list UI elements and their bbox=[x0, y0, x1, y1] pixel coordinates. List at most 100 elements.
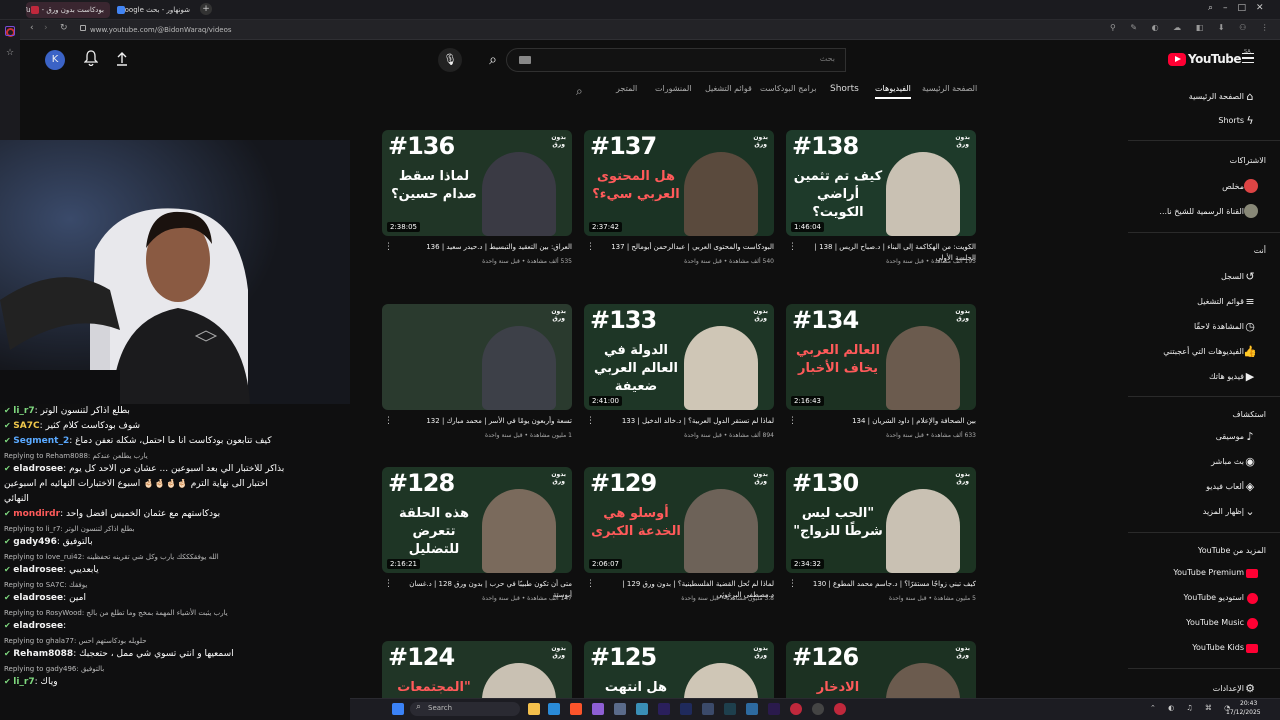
reload-icon[interactable]: ↻ bbox=[60, 23, 68, 33]
video-title[interactable]: البودكاست والمحتوى العربي | عبدالرحمن أب… bbox=[598, 242, 774, 253]
chat-username[interactable]: eladrosee bbox=[13, 621, 63, 631]
tab-playlists[interactable]: قوائم التشغيل bbox=[705, 84, 752, 93]
video-title[interactable]: تسعة وأربعون يومًا في الأسر | محمد مبارك… bbox=[396, 416, 572, 427]
sidebar-item-your-videos[interactable]: ▶ فيديو هاتك bbox=[1128, 366, 1280, 390]
chat-username[interactable]: mondirdr bbox=[13, 509, 60, 519]
chat-username[interactable]: li_r7 bbox=[13, 677, 34, 687]
voice-search-button[interactable]: 🎙 bbox=[438, 48, 462, 72]
video-thumbnail[interactable]: #130 بدون ورق "الحب ليس شرطًا للزواج" 2:34:3… bbox=[786, 467, 976, 573]
window-controls[interactable]: ⌕–□✕ bbox=[1208, 3, 1274, 13]
more-actions-icon[interactable]: ⋮ bbox=[586, 242, 595, 252]
video-thumbnail[interactable]: #126 بدون ورق الادخار bbox=[786, 641, 976, 704]
keyboard-icon[interactable] bbox=[519, 56, 531, 64]
video-thumbnail[interactable]: #133 بدون ورق الدولة في العالم العربي ضعيفة… bbox=[584, 304, 774, 410]
video-thumbnail[interactable]: #125 بدون ورق هل انتهت bbox=[584, 641, 774, 704]
chat-username[interactable]: SA7C bbox=[13, 421, 39, 431]
back-icon[interactable]: ‹ bbox=[30, 23, 34, 33]
sidebar-item-home[interactable]: ⌂ الصفحة الرئيسية bbox=[1128, 86, 1280, 110]
video-thumbnail[interactable]: #124 بدون ورق "المجتمعات bbox=[382, 641, 572, 704]
avatar[interactable]: K bbox=[45, 50, 65, 70]
media-encoder-icon[interactable] bbox=[680, 703, 692, 715]
browser-tab[interactable]: شونهاور - بحث Google bbox=[112, 2, 196, 18]
tab-podcasts[interactable]: برامج البودكاست bbox=[760, 84, 816, 93]
browser-tab[interactable]: بودكاست بدون ورق - Tube bbox=[26, 2, 110, 18]
sidebar-item-music[interactable]: ♪ موسيقى bbox=[1128, 426, 1280, 450]
video-title[interactable]: بين الصحافة والإعلام | داود الشريان | 13… bbox=[800, 416, 976, 427]
upload-icon[interactable] bbox=[115, 51, 129, 67]
notifications-bell-icon[interactable] bbox=[83, 50, 99, 67]
sidebar-item-liked[interactable]: 👍 الفيديوهات التي أعجبتني bbox=[1128, 341, 1280, 365]
forward-icon[interactable]: › bbox=[44, 23, 48, 33]
url-field[interactable]: www.youtube.com/@BidonWaraq/videos bbox=[90, 24, 1120, 36]
chat-username[interactable]: eladrosee bbox=[13, 565, 63, 575]
sidebar-item-youtube-premium[interactable]: YouTube Premium bbox=[1128, 562, 1280, 586]
tray-icons[interactable]: ⌃ ◐ ♫ ⌘ ◔ bbox=[1150, 704, 1235, 712]
vscode-icon[interactable] bbox=[548, 703, 560, 715]
video-thumbnail[interactable]: #137 بدون ورق هل المحتوى العربي سيء؟ 2:37:42 bbox=[584, 130, 774, 236]
opera-icon[interactable] bbox=[790, 703, 802, 715]
sidebar-item-youtube-kids[interactable]: YouTube Kids bbox=[1128, 637, 1280, 661]
more-actions-icon[interactable]: ⋮ bbox=[788, 416, 797, 426]
chat-username[interactable]: gady496 bbox=[13, 537, 57, 547]
sidebar-item-watch-later[interactable]: ◷ المشاهدة لاحقًا bbox=[1128, 316, 1280, 340]
extensions-icon[interactable]: ⚲ ✎ ◐ ☁ ◧ ⬇ ⚇ ⋮ bbox=[1110, 23, 1275, 32]
new-tab-button[interactable]: + bbox=[200, 3, 212, 15]
search-input[interactable]: بحث bbox=[506, 48, 846, 72]
chat-username[interactable]: eladrosee bbox=[13, 464, 63, 474]
more-actions-icon[interactable]: ⋮ bbox=[384, 242, 393, 252]
sidebar-item-live[interactable]: ◉ بث مباشر bbox=[1128, 451, 1280, 475]
subscriptions-header[interactable]: الاشتراكات bbox=[1230, 156, 1266, 165]
sidebar-item-subscription[interactable]: القناة الرسمية للشيخ نا... bbox=[1128, 201, 1280, 225]
taskbar-search[interactable]: ⌕ Search bbox=[410, 702, 520, 716]
visual-studio-icon[interactable] bbox=[592, 703, 604, 715]
video-thumbnail[interactable]: #138 بدون ورق كيف تم تثمين أراضي الكويت؟ 1:4… bbox=[786, 130, 976, 236]
tab-home[interactable]: الصفحة الرئيسية bbox=[922, 84, 977, 93]
video-title[interactable]: العراق: بين التعقيد والتبسيط | د.حيدر سع… bbox=[396, 242, 572, 253]
more-actions-icon[interactable]: ⋮ bbox=[586, 416, 595, 426]
more-actions-icon[interactable]: ⋮ bbox=[788, 242, 797, 252]
you-header[interactable]: أنت bbox=[1254, 246, 1266, 255]
video-title[interactable]: كيف تبني زواجًا مستقرًا؟ | د.جاسم محمد ا… bbox=[800, 579, 976, 590]
tab-posts[interactable]: المنشورات bbox=[655, 84, 692, 93]
search-button[interactable]: ⌕ bbox=[480, 48, 506, 72]
brave-icon[interactable] bbox=[570, 703, 582, 715]
sidebar-item-shorts[interactable]: ϟ Shorts bbox=[1128, 110, 1280, 134]
video-title[interactable]: لماذا لم تستقر الدول العربية؟ | د.خالد ا… bbox=[598, 416, 774, 427]
more-actions-icon[interactable]: ⋮ bbox=[586, 579, 595, 589]
speed-dial-icon[interactable]: ☆ bbox=[6, 48, 14, 58]
app-icon[interactable] bbox=[636, 703, 648, 715]
tab-store[interactable]: المتجر bbox=[616, 84, 637, 93]
video-thumbnail[interactable]: #129 بدون ورق أوسلو هي الخدعة الكبرى 2:06:07 bbox=[584, 467, 774, 573]
sidebar-item-subscription[interactable]: مخلص bbox=[1128, 176, 1280, 200]
app-icon[interactable] bbox=[702, 703, 714, 715]
chat-username[interactable]: eladrosee bbox=[13, 593, 63, 603]
video-thumbnail[interactable]: #136 بدون ورق لماذا سقط صدام حسين؟ 2:38:05 bbox=[382, 130, 572, 236]
obs-icon[interactable] bbox=[812, 703, 824, 715]
app-icon[interactable] bbox=[834, 703, 846, 715]
chat-username[interactable]: Reham8088 bbox=[13, 649, 73, 659]
video-thumbnail[interactable]: بدون ورق bbox=[382, 304, 572, 410]
sidebar-item-youtube-music[interactable]: YouTube Music bbox=[1128, 612, 1280, 636]
tab-shorts[interactable]: Shorts bbox=[830, 84, 859, 94]
sidebar-item-history[interactable]: ↺ السجل bbox=[1128, 266, 1280, 290]
chat-username[interactable]: Segment_2 bbox=[13, 436, 69, 446]
windows-start-icon[interactable] bbox=[392, 703, 404, 715]
chat-username[interactable]: li_r7 bbox=[13, 406, 34, 416]
premiere-icon[interactable] bbox=[768, 703, 780, 715]
more-actions-icon[interactable]: ⋮ bbox=[788, 579, 797, 589]
menu-icon[interactable] bbox=[1242, 53, 1254, 63]
home-panel-icon[interactable] bbox=[5, 26, 15, 36]
app-icon[interactable] bbox=[614, 703, 626, 715]
video-thumbnail[interactable]: #134 بدون ورق العالم العربي يخاف الأخبار 2:1… bbox=[786, 304, 976, 410]
more-actions-icon[interactable]: ⋮ bbox=[384, 416, 393, 426]
channel-search-icon[interactable]: ⌕ bbox=[576, 84, 583, 99]
video-thumbnail[interactable]: #128 بدون ورق هذه الحلقة تتعرض للتضليل 2:16:… bbox=[382, 467, 572, 573]
youtube-logo[interactable]: YouTube SA bbox=[1168, 49, 1251, 69]
file-explorer-icon[interactable] bbox=[528, 703, 540, 715]
sidebar-item-show-more[interactable]: ⌄ إظهار المزيد bbox=[1128, 501, 1280, 525]
sidebar-item-playlists[interactable]: ≡ قوائم التشغيل bbox=[1128, 291, 1280, 315]
more-actions-icon[interactable]: ⋮ bbox=[384, 579, 393, 589]
tab-videos[interactable]: الفيديوهات bbox=[875, 84, 911, 99]
app-icon[interactable] bbox=[746, 703, 758, 715]
sidebar-item-gaming[interactable]: ◈ ألعاب فيديو bbox=[1128, 476, 1280, 500]
